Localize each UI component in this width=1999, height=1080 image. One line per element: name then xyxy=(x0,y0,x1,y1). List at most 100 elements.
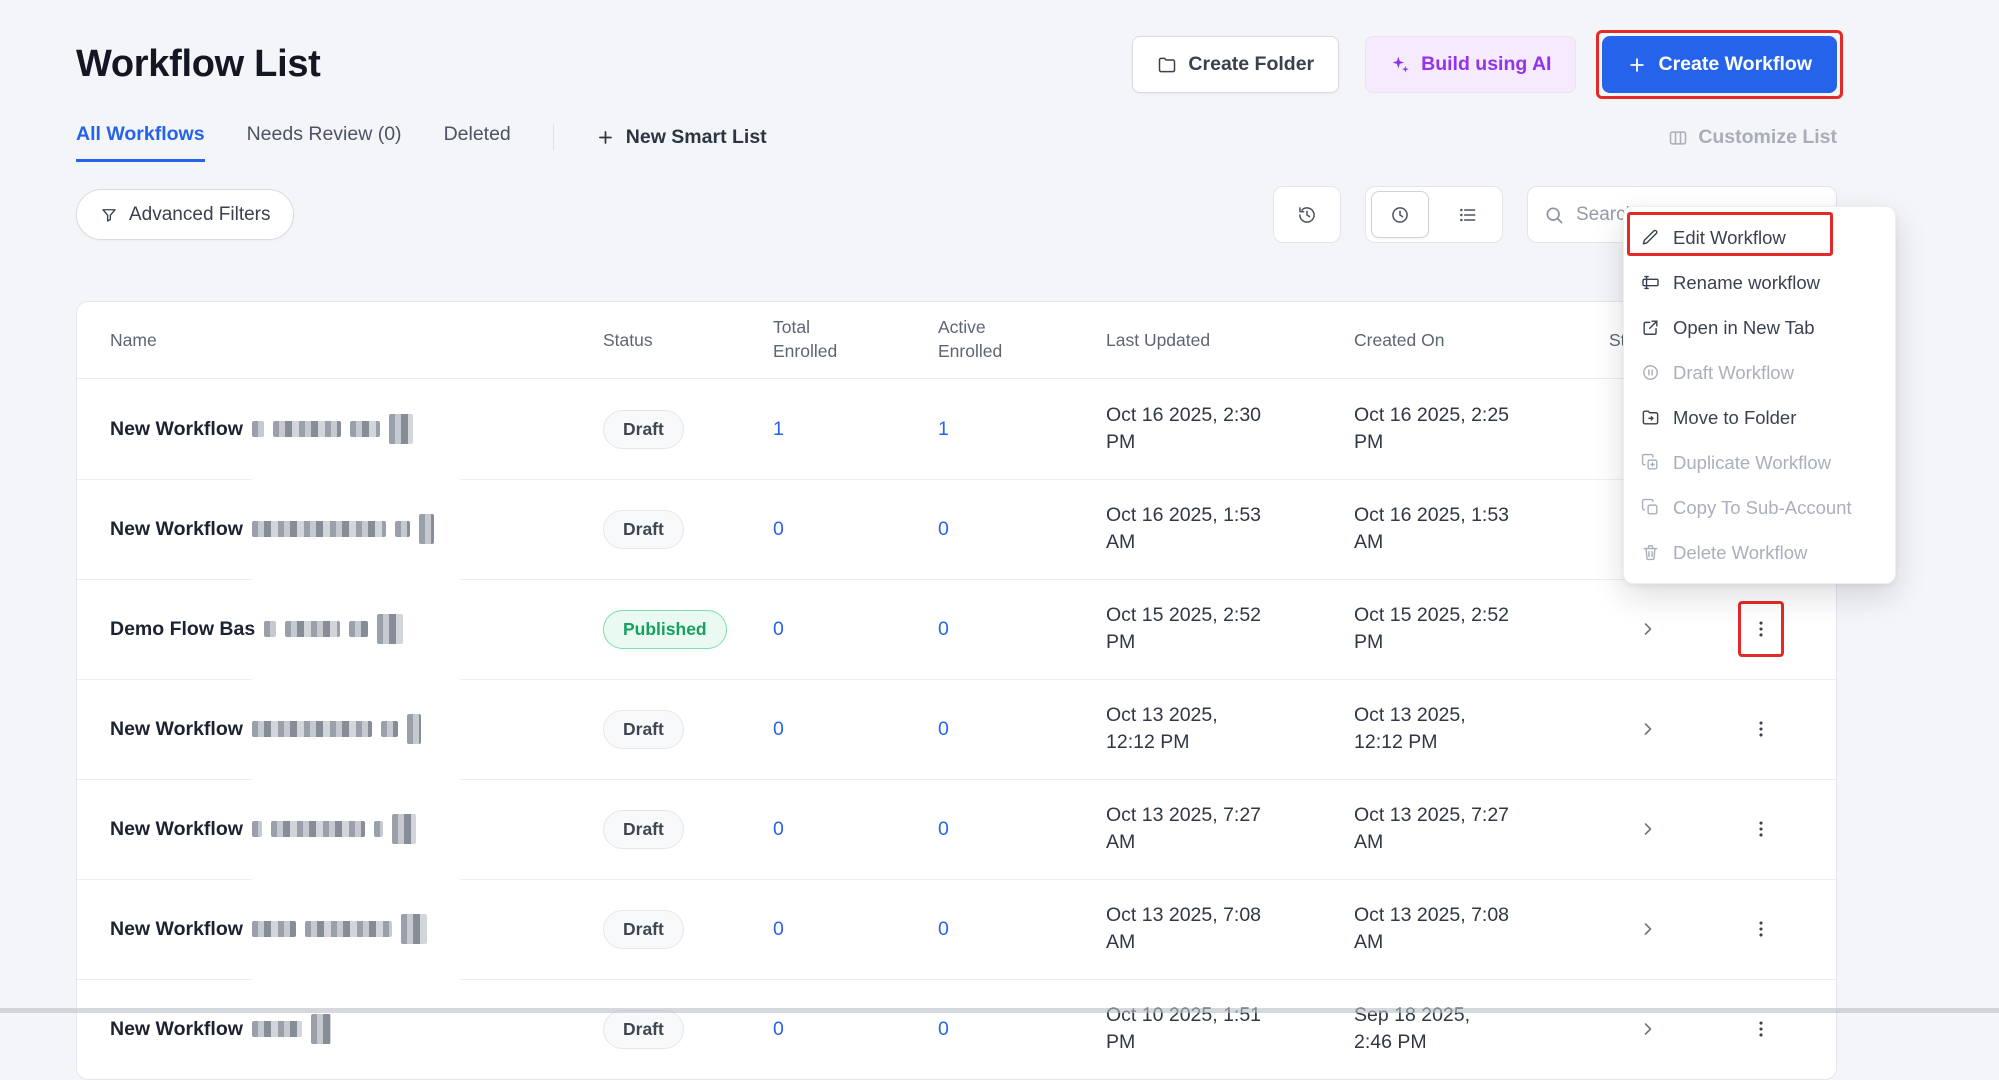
status-badge: Draft xyxy=(603,409,684,449)
workflow-name[interactable]: New Workflow xyxy=(110,718,243,741)
active-enrolled-link[interactable]: 0 xyxy=(938,718,949,740)
tab-all-workflows[interactable]: All Workflows xyxy=(76,123,205,162)
clock-icon xyxy=(1390,205,1410,225)
menu-item-duplicate-workflow[interactable]: Duplicate Workflow xyxy=(1624,440,1895,485)
expand-row-button[interactable] xyxy=(1613,819,1683,839)
menu-item-label: Copy To Sub-Account xyxy=(1673,496,1852,518)
expand-row-button[interactable] xyxy=(1613,919,1683,939)
active-enrolled-link[interactable]: 1 xyxy=(938,418,949,440)
menu-item-label: Open in New Tab xyxy=(1673,316,1815,338)
create-workflow-wrap: Create Workflow xyxy=(1596,30,1843,99)
row-actions-menu-button[interactable] xyxy=(1738,801,1784,857)
total-enrolled-link[interactable]: 0 xyxy=(773,718,784,740)
folder-move-icon xyxy=(1640,408,1660,428)
active-enrolled-link[interactable]: 0 xyxy=(938,1018,949,1040)
columns-icon xyxy=(1668,128,1688,148)
sparkles-icon xyxy=(1390,55,1410,75)
expand-row-button[interactable] xyxy=(1613,619,1683,639)
last-updated: Oct 16 2025, 1:53 AM xyxy=(1106,503,1262,553)
workflow-name[interactable]: New Workflow xyxy=(110,818,243,841)
create-workflow-button[interactable]: Create Workflow xyxy=(1602,36,1837,93)
redacted-text xyxy=(400,914,427,944)
new-smart-list-label: New Smart List xyxy=(625,126,767,148)
menu-item-move-to-folder[interactable]: Move to Folder xyxy=(1624,395,1895,440)
active-enrolled-link[interactable]: 0 xyxy=(938,618,949,640)
expand-row-button[interactable] xyxy=(1613,719,1683,739)
menu-item-label: Rename workflow xyxy=(1673,271,1821,293)
workflow-list-page: Workflow List Create Folder Build using … xyxy=(0,0,1843,1080)
col-header-active-enrolled: Active Enrolled xyxy=(938,317,1003,361)
created-on: Oct 13 2025, 12:12 PM xyxy=(1354,703,1466,753)
redacted-text xyxy=(251,721,372,737)
redacted-text xyxy=(380,721,398,737)
row-actions-menu-button[interactable] xyxy=(1737,601,1784,657)
tab-deleted[interactable]: Deleted xyxy=(444,123,511,162)
customize-list-button[interactable]: Customize List xyxy=(1668,126,1837,162)
menu-item-draft-workflow[interactable]: Draft Workflow xyxy=(1624,350,1895,395)
workflow-name[interactable]: New Workflow xyxy=(110,418,243,441)
status-badge: Draft xyxy=(603,1009,684,1049)
page-title: Workflow List xyxy=(76,43,321,85)
menu-item-open-in-new-tab[interactable]: Open in New Tab xyxy=(1624,305,1895,350)
redacted-text xyxy=(272,421,341,437)
total-enrolled-link[interactable]: 1 xyxy=(773,418,784,440)
last-updated: Oct 13 2025, 12:12 PM xyxy=(1106,703,1218,753)
total-enrolled-link[interactable]: 0 xyxy=(773,918,784,940)
redacted-text xyxy=(388,414,413,444)
plus-icon xyxy=(596,128,616,148)
redacted-text xyxy=(349,421,380,437)
new-smart-list-button[interactable]: New Smart List xyxy=(596,126,767,162)
col-header-sta: Sta xyxy=(1553,330,1635,351)
list-view-toggle[interactable] xyxy=(1434,186,1502,243)
last-updated: Oct 15 2025, 2:52 PM xyxy=(1106,603,1262,653)
total-enrolled-link[interactable]: 0 xyxy=(773,1018,784,1040)
external-link-icon xyxy=(1640,318,1660,338)
plus-icon xyxy=(1627,55,1647,75)
menu-item-rename-workflow[interactable]: Rename workflow xyxy=(1624,260,1895,305)
advanced-filters-button[interactable]: Advanced Filters xyxy=(76,189,294,240)
created-on: Oct 15 2025, 2:52 PM xyxy=(1354,603,1510,653)
row-actions-menu-button[interactable] xyxy=(1738,701,1784,757)
expand-row-button[interactable] xyxy=(1613,1019,1683,1039)
row-actions-menu-button[interactable] xyxy=(1738,901,1784,957)
workflow-name[interactable]: New Workflow xyxy=(110,518,243,541)
tab-needs-review[interactable]: Needs Review (0) xyxy=(247,123,402,162)
menu-item-edit-workflow[interactable]: Edit Workflow xyxy=(1624,215,1895,260)
status-badge: Draft xyxy=(603,909,684,949)
pause-circle-icon xyxy=(1640,363,1660,383)
created-on: Oct 16 2025, 2:25 PM xyxy=(1354,403,1510,453)
redacted-text xyxy=(406,714,421,744)
workflow-name[interactable]: Demo Flow Bas xyxy=(110,618,255,641)
top-bar: Workflow List Create Folder Build using … xyxy=(76,0,1843,99)
redacted-text xyxy=(285,621,341,637)
menu-item-delete-workflow[interactable]: Delete Workflow xyxy=(1624,530,1895,575)
workflow-name[interactable]: New Workflow xyxy=(110,1018,243,1041)
created-on: Oct 16 2025, 1:53 AM xyxy=(1354,503,1510,553)
menu-item-label: Edit Workflow xyxy=(1673,226,1786,248)
redacted-text xyxy=(251,921,296,937)
total-enrolled-link[interactable]: 0 xyxy=(773,618,784,640)
folder-icon xyxy=(1157,55,1177,75)
build-using-ai-button[interactable]: Build using AI xyxy=(1365,36,1577,93)
view-toggle-group xyxy=(1365,186,1503,243)
tab-divider xyxy=(552,124,554,150)
menu-item-copy-to-sub-account[interactable]: Copy To Sub-Account xyxy=(1624,485,1895,530)
copy-icon xyxy=(1640,498,1660,518)
total-enrolled-link[interactable]: 0 xyxy=(773,818,784,840)
history-button[interactable] xyxy=(1273,186,1341,243)
time-view-toggle[interactable] xyxy=(1371,191,1429,238)
redacted-text xyxy=(251,821,262,837)
menu-item-label: Move to Folder xyxy=(1673,406,1797,428)
created-on: Oct 13 2025, 7:27 AM xyxy=(1354,803,1510,853)
menu-item-label: Draft Workflow xyxy=(1673,361,1794,383)
active-enrolled-link[interactable]: 0 xyxy=(938,918,949,940)
total-enrolled-link[interactable]: 0 xyxy=(773,518,784,540)
status-badge: Draft xyxy=(603,809,684,849)
active-enrolled-link[interactable]: 0 xyxy=(938,818,949,840)
active-enrolled-link[interactable]: 0 xyxy=(938,518,949,540)
create-folder-button[interactable]: Create Folder xyxy=(1132,36,1340,93)
search-icon xyxy=(1544,205,1564,225)
list-icon xyxy=(1458,205,1478,225)
workflow-name[interactable]: New Workflow xyxy=(110,918,243,941)
redacted-text xyxy=(304,921,392,937)
